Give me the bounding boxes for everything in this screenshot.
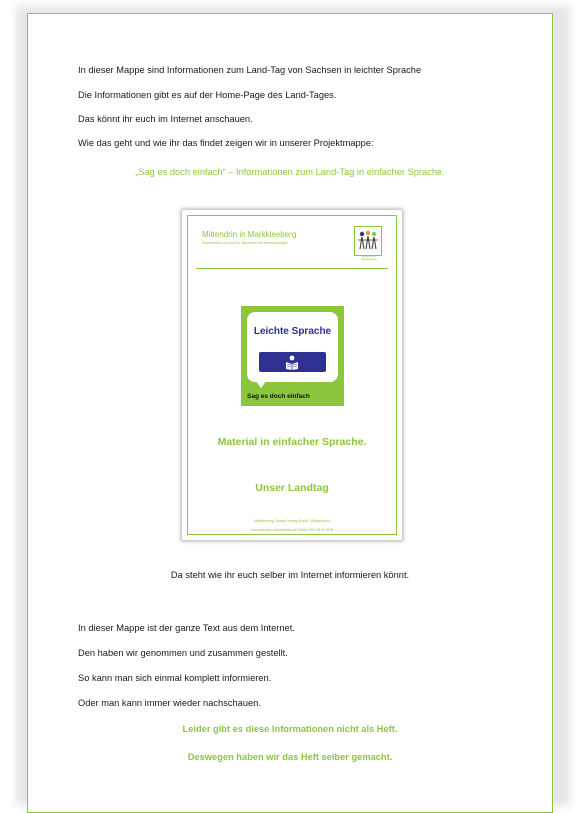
cover-divider (196, 268, 388, 269)
closing-line-1: Leider gibt es diese Informationen nicht… (182, 724, 398, 734)
speech-bubble: Leichte Sprache (247, 312, 338, 382)
document-page: In dieser Mappe sind Informationen zum L… (27, 13, 553, 813)
body-line-1: In dieser Mappe ist der ganze Text aus d… (78, 623, 295, 633)
leichte-sprache-logo: Leichte Sprache Sag es doch einfach (241, 306, 344, 406)
cover-footer-contact: www.mittendrin-markkleeberg.de Telefon 0… (250, 528, 334, 532)
sag-es-caption: Sag es doch einfach (247, 393, 310, 400)
leichte-sprache-label: Leichte Sprache (253, 326, 332, 337)
cover-landtag-title: Unser Landtag (255, 482, 329, 494)
reading-bar (259, 352, 326, 372)
logo-caption: Mittendrin in Markkleeberg (361, 255, 377, 261)
body-line-2: Den haben wir genommen und zusammen gest… (78, 648, 288, 658)
cover-frame: Mittendrin in Markkleeberg Projektarbeit… (187, 215, 397, 535)
intro-line-1: In dieser Mappe sind Informationen zum L… (78, 65, 422, 75)
closing-line-2: Deswegen haben wir das Heft selber gemac… (187, 752, 393, 762)
cover-org-subtitle: Projektarbeit von und für Menschen mit B… (202, 241, 288, 245)
project-title: „Sag es doch einfach“ – Informationen zu… (135, 167, 445, 177)
intro-line-4: Wie das geht und wie ihr das findet zeig… (78, 138, 374, 148)
body-line-3: So kann man sich einmal komplett informi… (78, 673, 272, 683)
cover-footer-address: Markkleeberg, Gustav-Freytag-Straße 2 (B… (254, 519, 330, 523)
body-line-4: Oder man kann immer wieder nachschauen. (78, 698, 261, 708)
cover-org-title: Mittendrin in Markkleeberg (202, 230, 297, 239)
cover-caption: Da steht wie ihr euch selber im Internet… (170, 570, 410, 580)
speech-bubble-tail (255, 380, 267, 388)
intro-line-2: Die Informationen gibt es auf der Home-P… (78, 90, 337, 100)
cover-image: Mittendrin in Markkleeberg Projektarbeit… (181, 209, 403, 541)
intro-line-3: Das könnt ihr euch im Internet anschauen… (78, 114, 253, 124)
org-logo-icon (354, 226, 382, 256)
cover-material-title: Material in einfacher Sprache. (217, 436, 367, 448)
reading-person-icon (286, 355, 298, 370)
